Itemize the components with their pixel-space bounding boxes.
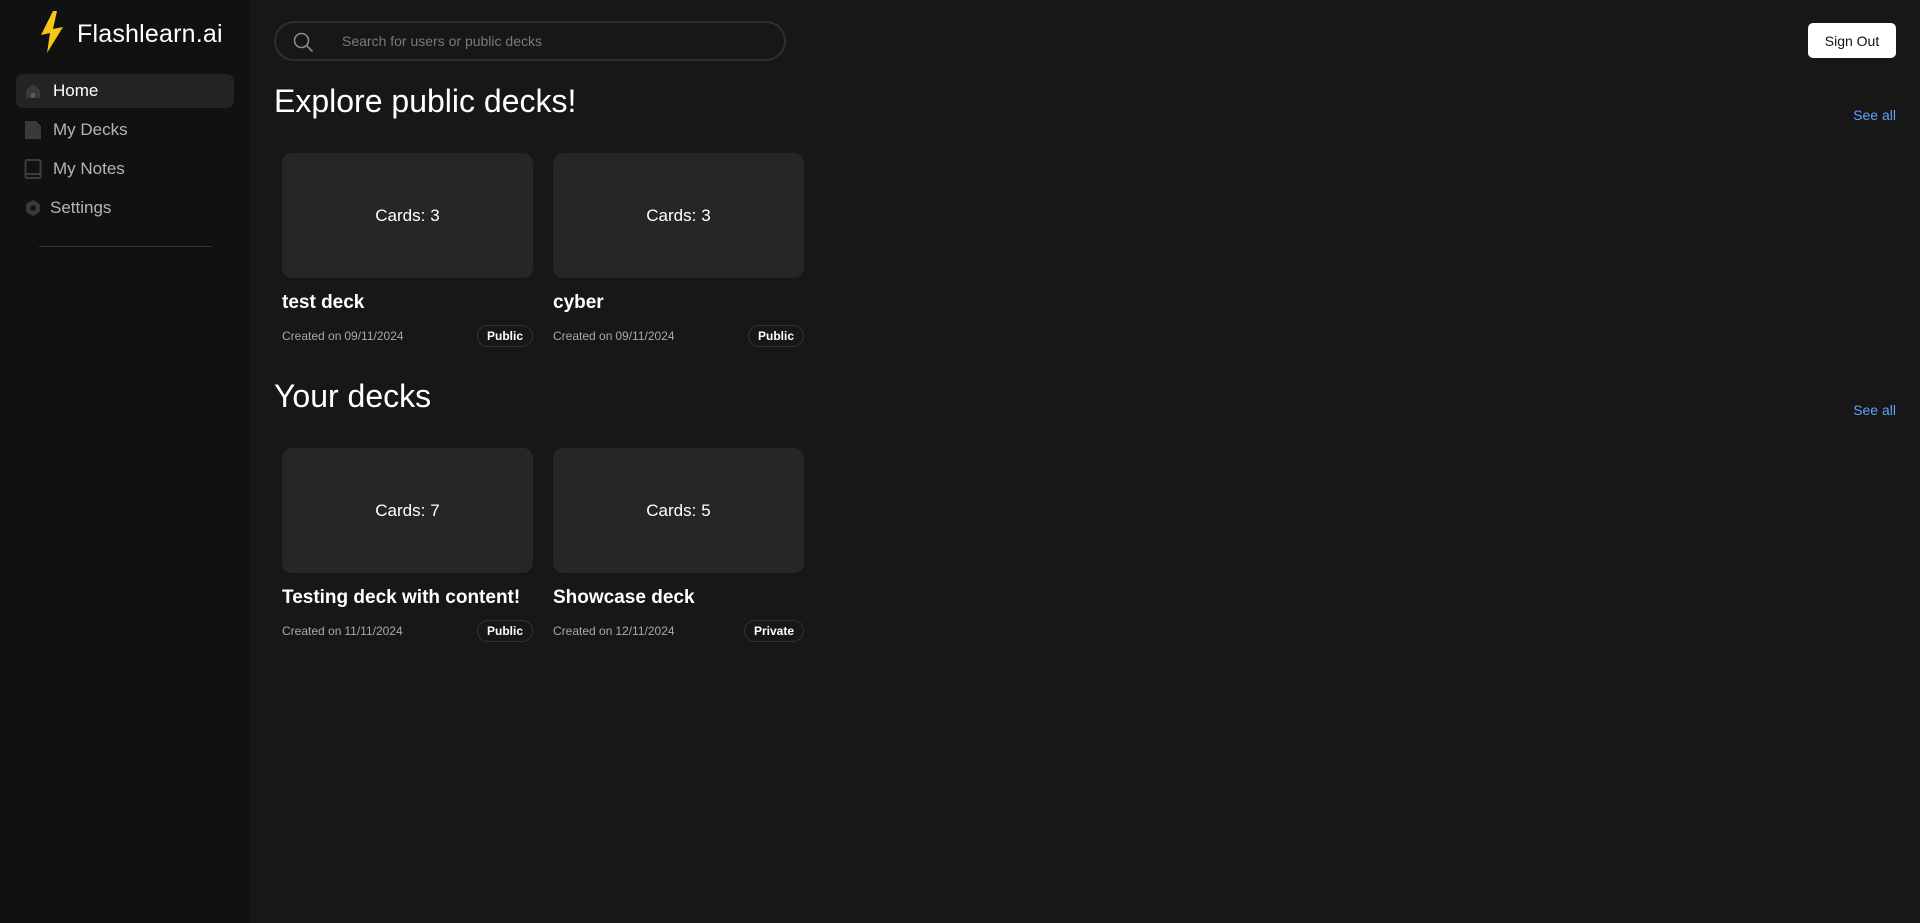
search-icon bbox=[292, 31, 314, 53]
public-decks-row: Cards: 3 test deck Created on 09/11/2024 … bbox=[282, 153, 804, 347]
lightning-bolt-icon bbox=[36, 10, 66, 58]
visibility-badge: Private bbox=[743, 620, 804, 642]
search-input[interactable] bbox=[342, 23, 772, 59]
deck-card[interactable]: Cards: 3 test deck Created on 09/11/2024 … bbox=[282, 153, 533, 347]
created-date-value: 11/11/2024 bbox=[344, 624, 403, 638]
deck-meta: Created on 09/11/2024 Public bbox=[282, 325, 533, 347]
brand-logo[interactable]: Flashlearn.ai bbox=[36, 10, 223, 58]
deck-card[interactable]: Cards: 3 cyber Created on 09/11/2024 Publ… bbox=[553, 153, 804, 347]
notebook-icon bbox=[23, 159, 43, 179]
deck-meta: Created on 12/11/2024 Private bbox=[553, 620, 804, 642]
created-label: Created on bbox=[282, 329, 342, 343]
created-label: Created on bbox=[282, 624, 342, 638]
cards-count-value: 7 bbox=[430, 500, 440, 520]
sidebar: Flashlearn.ai Home My Decks My Notes Set… bbox=[0, 0, 250, 923]
gear-icon bbox=[23, 198, 43, 218]
sidebar-item-label: My Decks bbox=[53, 120, 128, 139]
sidebar-item-my-notes[interactable]: My Notes bbox=[16, 152, 234, 186]
sidebar-item-settings[interactable]: Settings bbox=[16, 191, 234, 225]
deck-created-date: Created on 12/11/2024 bbox=[553, 624, 675, 638]
sidebar-item-my-decks[interactable]: My Decks bbox=[16, 113, 234, 147]
created-label: Created on bbox=[553, 624, 613, 638]
sidebar-item-label: Settings bbox=[50, 198, 112, 217]
sidebar-nav: Home My Decks My Notes Settings bbox=[16, 74, 234, 230]
created-date-value: 09/11/2024 bbox=[615, 329, 675, 343]
visibility-badge: Public bbox=[476, 620, 533, 642]
visibility-badge: Public bbox=[476, 325, 533, 347]
deck-name: Showcase deck bbox=[553, 587, 695, 608]
visibility-badge: Public bbox=[747, 325, 804, 347]
sidebar-item-label: My Notes bbox=[53, 159, 125, 178]
deck-name: cyber bbox=[553, 292, 604, 313]
home-icon bbox=[23, 81, 43, 101]
search-bar[interactable] bbox=[274, 21, 786, 61]
deck-thumbnail: Cards: 3 bbox=[553, 153, 804, 278]
deck-name: Testing deck with content! bbox=[282, 587, 521, 608]
deck-card[interactable]: Cards: 7 Testing deck with content! Crea… bbox=[282, 448, 533, 642]
deck-created-date: Created on 09/11/2024 bbox=[553, 329, 675, 343]
deck-meta: Created on 09/11/2024 Public bbox=[553, 325, 804, 347]
cards-count-value: 5 bbox=[701, 500, 711, 520]
deck-thumbnail: Cards: 3 bbox=[282, 153, 533, 278]
deck-thumbnail: Cards: 5 bbox=[553, 448, 804, 573]
cards-count-label: Cards: bbox=[375, 500, 426, 520]
see-all-your-decks-link[interactable]: See all bbox=[1853, 402, 1896, 418]
deck-created-date: Created on 11/11/2024 bbox=[282, 624, 403, 638]
see-all-public-link[interactable]: See all bbox=[1853, 107, 1896, 123]
your-decks-row: Cards: 7 Testing deck with content! Crea… bbox=[282, 448, 804, 642]
deck-meta: Created on 11/11/2024 Public bbox=[282, 620, 533, 642]
cards-count-label: Cards: bbox=[375, 205, 426, 225]
deck-thumbnail: Cards: 7 bbox=[282, 448, 533, 573]
deck-icon bbox=[23, 120, 43, 140]
deck-name: test deck bbox=[282, 292, 365, 313]
brand-name: Flashlearn.ai bbox=[77, 19, 223, 48]
sidebar-divider bbox=[39, 246, 212, 247]
created-label: Created on bbox=[553, 329, 613, 343]
cards-count-value: 3 bbox=[430, 205, 440, 225]
deck-created-date: Created on 09/11/2024 bbox=[282, 329, 404, 343]
deck-card[interactable]: Cards: 5 Showcase deck Created on 12/11/2… bbox=[553, 448, 804, 642]
sidebar-item-home[interactable]: Home bbox=[16, 74, 234, 108]
sign-out-button[interactable]: Sign Out bbox=[1808, 23, 1896, 58]
sidebar-item-label: Home bbox=[53, 81, 99, 100]
created-date-value: 09/11/2024 bbox=[344, 329, 404, 343]
section-title-your-decks: Your decks bbox=[274, 378, 432, 414]
created-date-value: 12/11/2024 bbox=[615, 624, 675, 638]
section-title-public: Explore public decks! bbox=[274, 83, 577, 119]
cards-count-value: 3 bbox=[701, 205, 711, 225]
cards-count-label: Cards: bbox=[646, 205, 697, 225]
cards-count-label: Cards: bbox=[646, 500, 697, 520]
